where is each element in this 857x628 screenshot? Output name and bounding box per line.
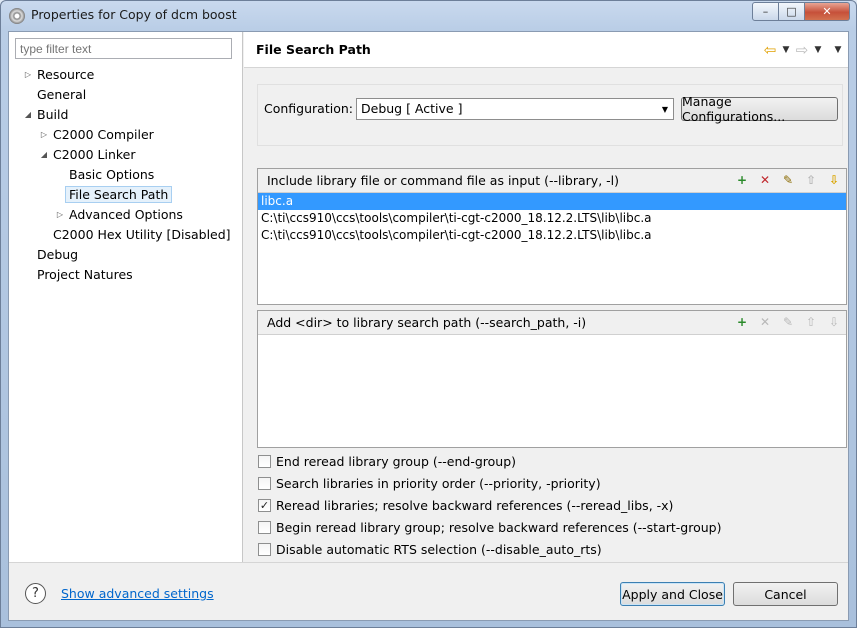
- page-header: File Search Path ⇦ ▼ ⇨ ▼ ▼: [244, 32, 848, 68]
- tree-item-resource[interactable]: ▷ Resource: [23, 65, 94, 85]
- reread-libs-checkbox[interactable]: ✓ Reread libraries; resolve backward ref…: [258, 496, 673, 514]
- checkbox-box[interactable]: [258, 476, 271, 490]
- check-icon[interactable]: ✓: [258, 498, 271, 512]
- list-item[interactable]: libc.a: [258, 193, 846, 210]
- tree-item-c2000-compiler[interactable]: ▷ C2000 Compiler: [39, 125, 154, 145]
- chevron-down-icon: ▼: [661, 105, 668, 114]
- tree-item-advanced-options[interactable]: ▷ Advanced Options: [55, 205, 183, 225]
- filter-input[interactable]: [15, 38, 232, 59]
- history-nav: ⇦ ▼ ⇨ ▼ ▼: [762, 41, 844, 59]
- minimize-button[interactable]: –: [752, 2, 779, 21]
- tree-item-hex-utility[interactable]: C2000 Hex Utility [Disabled]: [53, 225, 231, 245]
- add-icon[interactable]: +: [734, 314, 750, 330]
- edit-icon[interactable]: ✎: [780, 314, 796, 330]
- dialog-client: ▷ Resource General ◢ Build ▷ C2000 Compi…: [8, 31, 849, 621]
- move-up-icon[interactable]: ⇧: [803, 314, 819, 330]
- tree-item-general[interactable]: General: [37, 85, 86, 105]
- library-list-toolbar: + ✕ ✎ ⇧ ⇩: [734, 172, 842, 188]
- list-item[interactable]: C:\ti\ccs910\ccs\tools\compiler\ti-cgt-c…: [258, 227, 846, 244]
- tree-item-basic-options[interactable]: Basic Options: [69, 165, 154, 185]
- configuration-select[interactable]: Debug [ Active ] ▼: [356, 98, 674, 120]
- apply-and-close-button[interactable]: Apply and Close: [620, 582, 725, 606]
- add-icon[interactable]: +: [734, 172, 750, 188]
- delete-icon[interactable]: ✕: [757, 314, 773, 330]
- back-dropdown-icon[interactable]: ▼: [780, 45, 792, 55]
- move-down-icon[interactable]: ⇩: [826, 172, 842, 188]
- tree-item-file-search-path[interactable]: File Search Path: [65, 185, 173, 205]
- forward-dropdown-icon[interactable]: ▼: [812, 45, 824, 55]
- delete-icon[interactable]: ✕: [757, 172, 773, 188]
- expand-icon[interactable]: ▷: [39, 125, 49, 145]
- maximize-button[interactable]: □: [779, 2, 805, 21]
- move-down-icon[interactable]: ⇩: [826, 314, 842, 330]
- show-advanced-settings-link[interactable]: Show advanced settings: [61, 586, 214, 601]
- help-icon[interactable]: ?: [25, 583, 46, 604]
- edit-icon[interactable]: ✎: [780, 172, 796, 188]
- window-controls: – □ ✕: [752, 2, 850, 21]
- move-up-icon[interactable]: ⇧: [803, 172, 819, 188]
- search-path-list-panel: Add <dir> to library search path (--sear…: [257, 310, 847, 448]
- library-list-panel: Include library file or command file as …: [257, 168, 847, 305]
- search-path-toolbar: + ✕ ✎ ⇧ ⇩: [734, 314, 842, 330]
- manage-configurations-button[interactable]: Manage Configurations...: [681, 94, 838, 124]
- tree-item-project-natures[interactable]: Project Natures: [37, 265, 133, 285]
- list-item[interactable]: C:\ti\ccs910\ccs\tools\compiler\ti-cgt-c…: [258, 210, 846, 227]
- tree-item-c2000-linker[interactable]: ◢ C2000 Linker: [39, 145, 136, 165]
- page-title: File Search Path: [256, 42, 371, 57]
- button-bar: ? Show advanced settings Apply and Close…: [9, 562, 848, 620]
- end-group-checkbox[interactable]: End reread library group (--end-group): [258, 452, 516, 470]
- start-group-checkbox[interactable]: Begin reread library group; resolve back…: [258, 518, 721, 536]
- configuration-panel: Configuration: Debug [ Active ] ▼ Manage…: [257, 84, 843, 146]
- checkbox-box[interactable]: [258, 454, 271, 468]
- disable-auto-rts-checkbox[interactable]: Disable automatic RTS selection (--disab…: [258, 540, 602, 558]
- priority-checkbox[interactable]: Search libraries in priority order (--pr…: [258, 474, 601, 492]
- title-bar[interactable]: Properties for Copy of dcm boost – □ ✕: [1, 1, 856, 31]
- checkbox-box[interactable]: [258, 542, 271, 556]
- tree-item-build[interactable]: ◢ Build: [23, 105, 68, 125]
- checkbox-box[interactable]: [258, 520, 271, 534]
- collapse-icon[interactable]: ◢: [39, 145, 49, 165]
- view-menu-icon[interactable]: ▼: [832, 45, 844, 55]
- cancel-button[interactable]: Cancel: [733, 582, 838, 606]
- category-pane: ▷ Resource General ◢ Build ▷ C2000 Compi…: [9, 32, 243, 562]
- configuration-label: Configuration:: [264, 101, 353, 116]
- app-icon: [9, 8, 25, 24]
- window-title: Properties for Copy of dcm boost: [31, 7, 237, 22]
- expand-icon[interactable]: ▷: [23, 65, 33, 85]
- close-button[interactable]: ✕: [805, 2, 850, 21]
- search-path-list-header: Add <dir> to library search path (--sear…: [258, 311, 846, 335]
- library-list-header: Include library file or command file as …: [258, 169, 846, 193]
- back-arrow-icon[interactable]: ⇦: [762, 41, 778, 59]
- collapse-icon[interactable]: ◢: [23, 105, 33, 125]
- tree-item-debug[interactable]: Debug: [37, 245, 78, 265]
- property-page: File Search Path ⇦ ▼ ⇨ ▼ ▼ Configuration…: [244, 32, 848, 562]
- forward-arrow-icon[interactable]: ⇨: [794, 41, 810, 59]
- properties-window: Properties for Copy of dcm boost – □ ✕ ▷…: [0, 0, 857, 628]
- expand-icon[interactable]: ▷: [55, 205, 65, 225]
